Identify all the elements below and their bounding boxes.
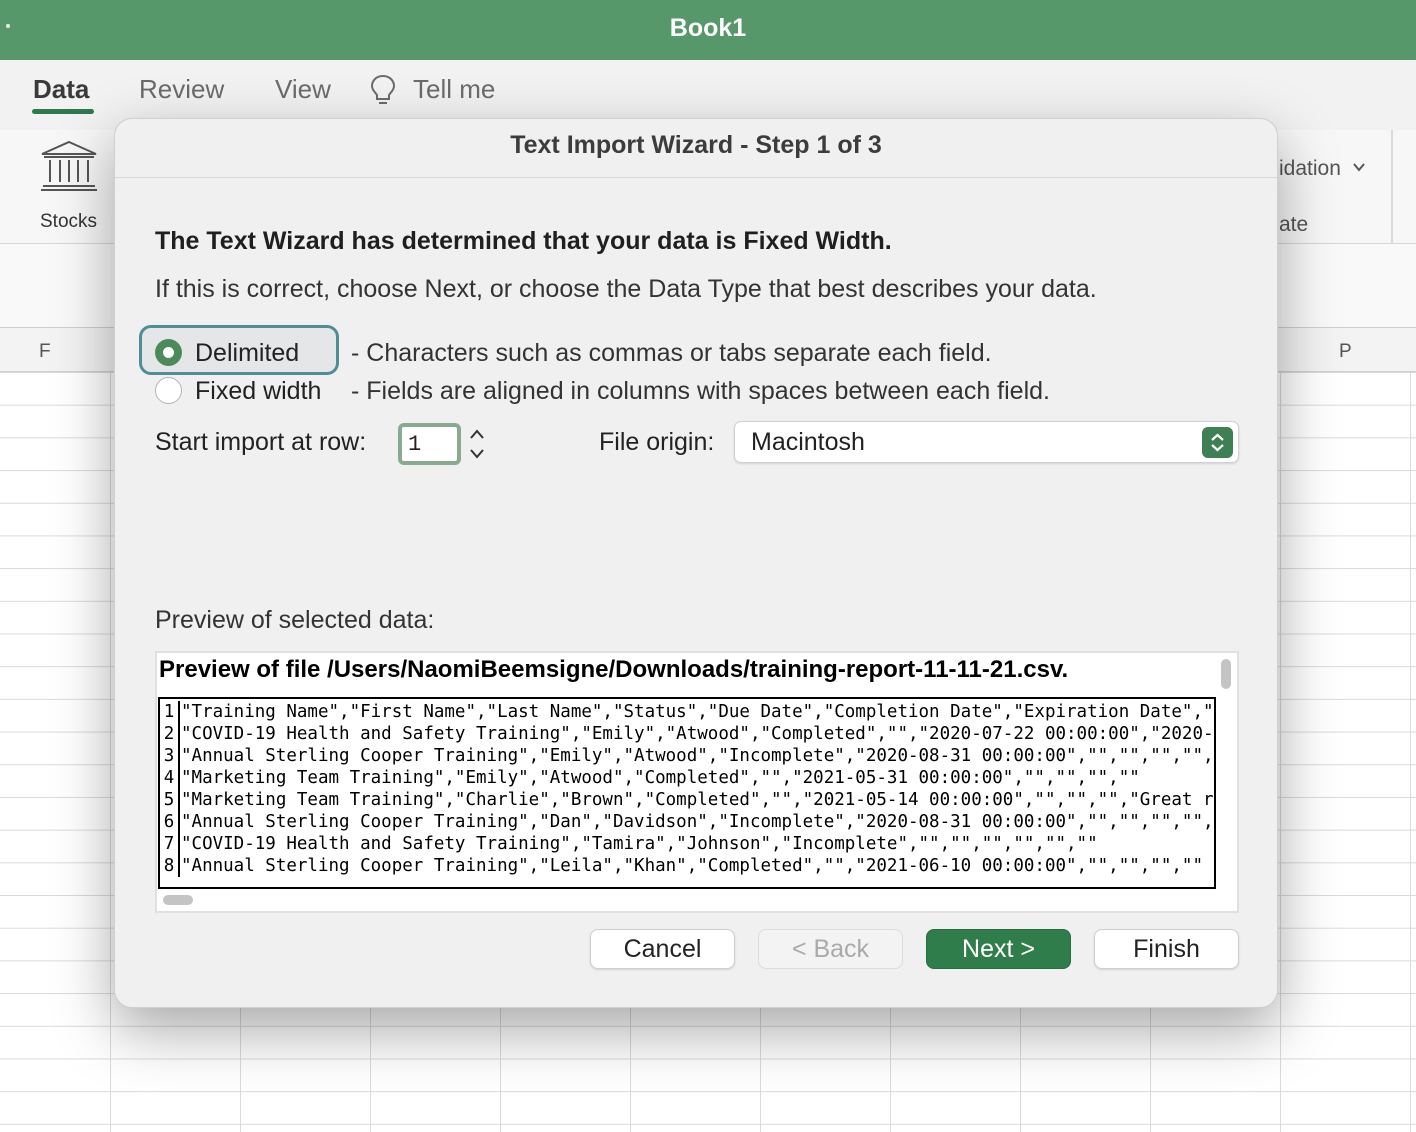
dialog-title: Text Import Wizard - Step 1 of 3 bbox=[510, 131, 882, 159]
finish-button[interactable]: Finish bbox=[1094, 929, 1239, 969]
ribbon-partial-label[interactable]: ate bbox=[1279, 213, 1308, 237]
chevron-down-icon[interactable] bbox=[1352, 160, 1366, 174]
text-import-wizard-dialog: Text Import Wizard - Step 1 of 3 The Tex… bbox=[114, 118, 1278, 1008]
window-title: Book1 bbox=[669, 14, 747, 42]
fixed-width-label[interactable]: Fixed width bbox=[195, 377, 321, 406]
preview-row-text: "Annual Sterling Cooper Training","Dan",… bbox=[181, 812, 1216, 832]
preview-label: Preview of selected data: bbox=[155, 606, 435, 634]
preview-row-text: "Training Name","First Name","Last Name"… bbox=[181, 702, 1216, 722]
preview-row-number: 3 bbox=[160, 745, 180, 767]
fixed-width-radio[interactable] bbox=[155, 377, 182, 404]
tab-view[interactable]: View bbox=[275, 74, 331, 105]
tab-review[interactable]: Review bbox=[139, 74, 224, 105]
preview-row: 1 "Training Name","First Name","Last Name… bbox=[160, 701, 1216, 723]
ribbon-separator bbox=[1391, 130, 1393, 250]
tab-tell-me[interactable]: Tell me bbox=[413, 74, 495, 105]
column-header-f[interactable]: F bbox=[39, 341, 51, 363]
delimited-description: - Characters such as commas or tabs sepa… bbox=[351, 339, 992, 367]
preview-row-number: 8 bbox=[160, 855, 180, 877]
file-origin-label: File origin: bbox=[599, 428, 715, 456]
column-header-p[interactable]: P bbox=[1339, 341, 1352, 363]
file-origin-select[interactable]: Macintosh bbox=[734, 421, 1239, 463]
active-tab-indicator bbox=[32, 109, 94, 114]
preview-row-text: "Marketing Team Training","Emily","Atwoo… bbox=[181, 768, 1140, 788]
preview-row: 3 "Annual Sterling Cooper Training","Emil… bbox=[160, 745, 1216, 767]
file-origin-value: Macintosh bbox=[751, 428, 865, 456]
preview-row: 8 "Annual Sterling Cooper Training","Leil… bbox=[160, 855, 1203, 877]
back-button[interactable]: < Back bbox=[758, 929, 903, 969]
start-row-label: Start import at row: bbox=[155, 428, 367, 456]
preview-area[interactable]: Preview of file /Users/NaomiBeemsigne/Do… bbox=[155, 651, 1239, 913]
preview-row-number: 5 bbox=[160, 789, 180, 811]
wizard-heading: The Text Wizard has determined that your… bbox=[155, 227, 892, 255]
title-divider bbox=[115, 177, 1277, 178]
vertical-scrollbar[interactable] bbox=[1221, 659, 1231, 689]
stocks-label[interactable]: Stocks bbox=[40, 211, 97, 233]
delimited-radio[interactable] bbox=[155, 339, 182, 366]
preview-file-path: Preview of file /Users/NaomiBeemsigne/Do… bbox=[159, 656, 1069, 683]
preview-row-number: 6 bbox=[160, 811, 180, 833]
tab-data[interactable]: Data bbox=[33, 74, 89, 105]
title-bar: Book1 bbox=[0, 0, 1416, 60]
preview-row: 7 "COVID-19 Health and Safety Training","… bbox=[160, 833, 1098, 855]
stepper-arrows-icon[interactable] bbox=[464, 424, 490, 464]
horizontal-scrollbar[interactable] bbox=[163, 895, 193, 905]
preview-row-number: 2 bbox=[160, 723, 180, 745]
preview-row-text: "COVID-19 Health and Safety Training","E… bbox=[181, 724, 1216, 744]
wizard-instructions: If this is correct, choose Next, or choo… bbox=[155, 275, 1097, 303]
preview-row-number: 1 bbox=[160, 701, 180, 723]
preview-table[interactable]: 1 "Training Name","First Name","Last Name… bbox=[158, 697, 1216, 889]
preview-row: 4 "Marketing Team Training","Emily","Atwo… bbox=[160, 767, 1140, 789]
lightbulb-icon[interactable] bbox=[369, 74, 397, 106]
preview-row-text: "COVID-19 Health and Safety Training","T… bbox=[181, 834, 1098, 854]
preview-row-number: 7 bbox=[160, 833, 180, 855]
preview-row: 2 "COVID-19 Health and Safety Training","… bbox=[160, 723, 1216, 745]
preview-row: 5 "Marketing Team Training","Charlie","Br… bbox=[160, 789, 1216, 811]
preview-row: 6 "Annual Sterling Cooper Training","Dan"… bbox=[160, 811, 1216, 833]
preview-row-number: 4 bbox=[160, 767, 180, 789]
delimited-label[interactable]: Delimited bbox=[195, 339, 299, 368]
start-row-input[interactable]: 1 bbox=[398, 423, 461, 465]
next-button[interactable]: Next > bbox=[926, 929, 1071, 969]
fixed-width-description: - Fields are aligned in columns with spa… bbox=[351, 377, 1050, 405]
preview-row-text: "Marketing Team Training","Charlie","Bro… bbox=[181, 790, 1216, 810]
preview-row-text: "Annual Sterling Cooper Training","Emily… bbox=[181, 746, 1216, 766]
preview-row-text: "Annual Sterling Cooper Training","Leila… bbox=[181, 856, 1203, 876]
select-arrows-icon bbox=[1202, 427, 1233, 458]
stocks-icon[interactable] bbox=[40, 140, 98, 192]
cancel-button[interactable]: Cancel bbox=[590, 929, 735, 969]
data-validation-label[interactable]: idation bbox=[1279, 157, 1341, 181]
